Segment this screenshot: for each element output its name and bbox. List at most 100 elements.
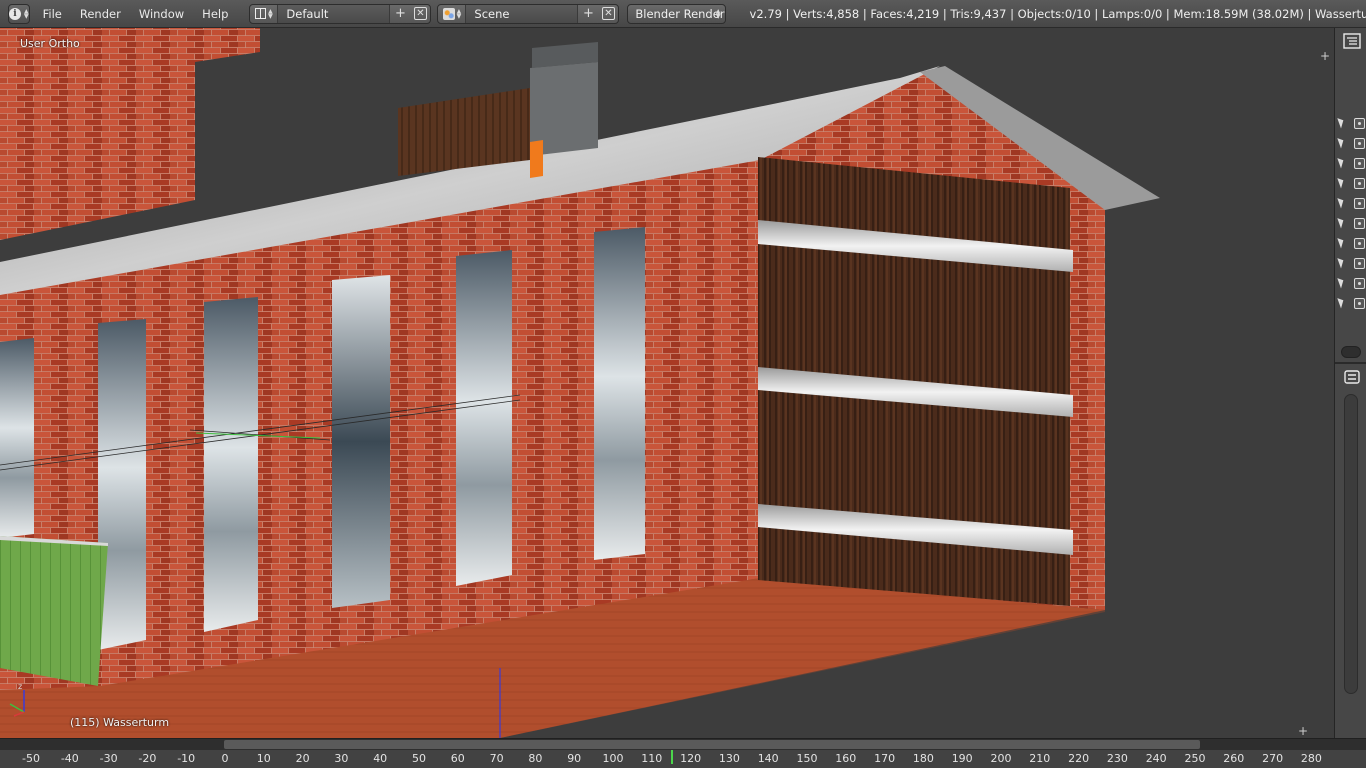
- render-toggle-icon[interactable]: [1354, 198, 1365, 209]
- render-toggle-icon[interactable]: [1354, 298, 1365, 309]
- add-scene-button[interactable]: +: [578, 5, 598, 23]
- frame-tick-label: -20: [138, 752, 157, 765]
- render-toggle-icon[interactable]: [1354, 138, 1365, 149]
- menu-help[interactable]: Help: [193, 0, 237, 27]
- frame-tick-label: 170: [874, 752, 896, 765]
- frame-tick-label: 70: [489, 752, 504, 765]
- frame-tick-label: 0: [221, 752, 229, 765]
- frame-range-bar[interactable]: [224, 740, 1200, 749]
- outliner-row[interactable]: [1337, 116, 1365, 131]
- scene-name[interactable]: Scene: [466, 4, 579, 23]
- render-toggle-icon[interactable]: [1354, 118, 1365, 129]
- panel-divider[interactable]: [1335, 362, 1366, 364]
- info-icon: i: [9, 7, 21, 20]
- right-editor-strip: [1334, 28, 1366, 738]
- frame-tick-label: 210: [1029, 752, 1051, 765]
- frame-tick-label: 90: [567, 752, 582, 765]
- select-arrow-icon: [1337, 116, 1346, 129]
- scene-icon: [442, 7, 455, 20]
- editor-type-selector[interactable]: i ▲ ▼: [8, 3, 30, 24]
- remove-layout-button[interactable]: ✕: [410, 5, 430, 23]
- render-toggle-icon[interactable]: [1354, 258, 1365, 269]
- select-arrow-icon: [1337, 276, 1346, 289]
- frame-tick-label: 80: [528, 752, 543, 765]
- menu-window[interactable]: Window: [130, 0, 193, 27]
- background-building: [0, 28, 260, 240]
- area-split-icon[interactable]: +: [1298, 724, 1308, 738]
- render-toggle-icon[interactable]: [1354, 158, 1365, 169]
- frame-tick-label: 20: [295, 752, 310, 765]
- render-toggle-icon[interactable]: [1354, 178, 1365, 189]
- svg-text:z: z: [18, 682, 22, 691]
- window-2: [98, 319, 146, 650]
- outliner-row[interactable]: [1337, 136, 1365, 151]
- frame-tick-label: 100: [602, 752, 624, 765]
- area-split-icon[interactable]: +: [1320, 49, 1330, 63]
- frame-tick-label: 200: [990, 752, 1012, 765]
- outliner-row[interactable]: [1337, 196, 1365, 211]
- frame-tick-label: 220: [1068, 752, 1090, 765]
- current-frame-marker[interactable]: [671, 750, 674, 764]
- render-toggle-icon[interactable]: [1354, 238, 1365, 249]
- select-arrow-icon: [1337, 256, 1346, 269]
- frame-tick-label: 250: [1184, 752, 1206, 765]
- select-arrow-icon: [1337, 156, 1346, 169]
- render-toggle-icon[interactable]: [1354, 218, 1365, 229]
- window-3: [204, 297, 258, 632]
- timeline[interactable]: -50 -40 -30 -20 -10 0 10 20 30 40 50 60 70 80 90 100 110…: [0, 738, 1366, 768]
- properties-icon[interactable]: [1343, 368, 1361, 386]
- scene-browse[interactable]: ▲ ▼: [438, 4, 467, 23]
- window-1: [0, 338, 34, 538]
- 3d-viewport[interactable]: z + + User Ortho (115) Wasserturm: [0, 28, 1334, 738]
- menu-file[interactable]: File: [40, 0, 71, 27]
- frame-tick-label: -50: [22, 752, 40, 765]
- outliner-row[interactable]: [1337, 256, 1365, 271]
- screen-layout-selector[interactable]: ▲ ▼ Default + ✕: [249, 3, 432, 24]
- screen-layout-icon: [255, 8, 267, 19]
- select-arrow-icon: [1337, 196, 1346, 209]
- render-engine-selector[interactable]: Blender Render ▲ ▼: [627, 3, 726, 24]
- render-engine-label: Blender Render: [635, 6, 725, 21]
- outliner-row[interactable]: [1337, 236, 1365, 251]
- frame-tick-label: 130: [718, 752, 740, 765]
- select-arrow-icon: [1337, 176, 1346, 189]
- frame-tick-label: 270: [1262, 752, 1284, 765]
- scene-render: z + +: [0, 28, 1330, 738]
- view-name-label: User Ortho: [20, 37, 80, 50]
- green-fence: [0, 536, 108, 686]
- window-5: [456, 250, 512, 586]
- scene-selector[interactable]: ▲ ▼ Scene + ✕: [437, 3, 620, 24]
- screen-layout-name[interactable]: Default: [278, 4, 391, 23]
- outliner-row[interactable]: [1337, 216, 1365, 231]
- render-toggle-icon[interactable]: [1354, 278, 1365, 289]
- updown-icon: ▲ ▼: [456, 7, 462, 20]
- outliner-row[interactable]: [1337, 296, 1365, 311]
- properties-scrollbar[interactable]: [1344, 394, 1358, 694]
- frame-tick-label: 190: [951, 752, 973, 765]
- outliner-row[interactable]: [1337, 176, 1365, 191]
- outliner-scrollbar[interactable]: [1341, 346, 1361, 358]
- frame-tick-label: 150: [796, 752, 818, 765]
- outliner-icon[interactable]: [1343, 32, 1361, 50]
- timeline-scrollbar[interactable]: [0, 739, 1366, 750]
- frame-tick-label: 140: [757, 752, 779, 765]
- close-icon: ✕: [601, 7, 615, 20]
- frame-tick-label: 10: [256, 752, 271, 765]
- frame-tick-label: 30: [334, 752, 349, 765]
- close-icon: ✕: [413, 7, 427, 20]
- remove-scene-button[interactable]: ✕: [598, 5, 618, 23]
- select-arrow-icon: [1337, 136, 1346, 149]
- updown-icon: ▲ ▼: [24, 7, 29, 20]
- screen-layout-browse[interactable]: ▲ ▼: [250, 4, 279, 23]
- outliner-row[interactable]: [1337, 156, 1365, 171]
- add-layout-button[interactable]: +: [390, 5, 410, 23]
- frame-tick-label: 40: [373, 752, 388, 765]
- updown-icon: ▲ ▼: [715, 7, 721, 20]
- updown-icon: ▲ ▼: [268, 7, 273, 20]
- outliner-row[interactable]: [1337, 276, 1365, 291]
- main-menu: File Render Window Help: [40, 0, 238, 27]
- menu-render[interactable]: Render: [71, 0, 130, 27]
- frame-ruler[interactable]: -50 -40 -30 -20 -10 0 10 20 30 40 50 60 70 80 90 100 110…: [0, 750, 1366, 768]
- frame-tick-label: 260: [1223, 752, 1245, 765]
- frame-tick-label: 110: [641, 752, 663, 765]
